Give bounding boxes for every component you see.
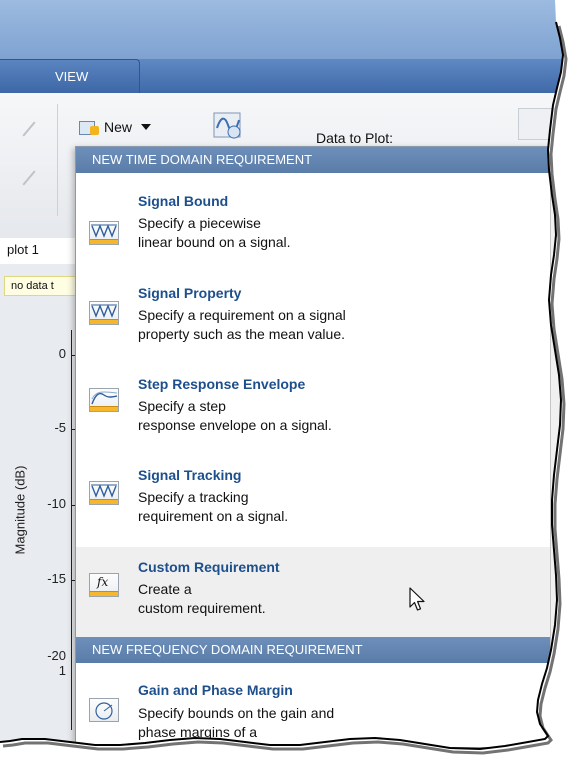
menu-item-signal-bound[interactable]: Signal Bound Specify a piecewise linear … bbox=[76, 183, 550, 273]
menu-item-title: Signal Tracking bbox=[138, 467, 242, 483]
menu-item-title: Step Response Envelope bbox=[138, 376, 306, 392]
menu-item-step-response-envelope[interactable]: Step Response Envelope Specify a step re… bbox=[76, 366, 550, 456]
menu-item-gain-and-phase-margin[interactable]: Gain and Phase Margin Specify bounds on … bbox=[76, 674, 550, 749]
menu-item-description: Specify bounds on the gain and bbox=[138, 705, 335, 721]
y-tick-label: -20 bbox=[47, 648, 66, 663]
tab-view-label: VIEW bbox=[55, 69, 89, 84]
y-tick-label: 0 bbox=[58, 346, 66, 361]
y-axis-label: Magnitude (dB) bbox=[12, 465, 28, 555]
menu-item-description: requirement on a signal. bbox=[138, 508, 289, 524]
mouse-pointer-icon bbox=[409, 587, 425, 611]
menu-scrollbar[interactable] bbox=[550, 146, 563, 746]
frequency-domain-section-header: NEW FREQUENCY DOMAIN REQUIREMENT bbox=[76, 637, 550, 663]
plot-tab[interactable]: plot 1 bbox=[0, 238, 80, 265]
menu-item-title: Signal Bound bbox=[138, 193, 229, 209]
menu-item-description: phase margins of a bbox=[138, 724, 258, 740]
tab-view[interactable]: VIEW bbox=[0, 59, 140, 93]
ribbon-separator bbox=[57, 104, 58, 216]
y-tick-label: -5 bbox=[54, 420, 66, 435]
menu-item-description: Specify a requirement on a signal bbox=[138, 307, 346, 323]
new-button-label: New bbox=[104, 119, 133, 135]
menu-item-description: Specify a tracking bbox=[138, 489, 249, 505]
y-tick-label: 1 bbox=[58, 663, 66, 678]
caret-down-icon bbox=[141, 124, 152, 130]
signal-bound-icon bbox=[89, 221, 119, 245]
menu-item-title: Gain and Phase Margin bbox=[138, 682, 293, 698]
menu-item-signal-property[interactable]: Signal Property Specify a requirement on… bbox=[76, 275, 550, 365]
data-to-plot-label: Data to Plot: bbox=[316, 130, 394, 146]
plot-note: no data t bbox=[4, 276, 80, 296]
signal-tracking-icon bbox=[89, 481, 119, 505]
add-plot-icon[interactable] bbox=[518, 108, 552, 140]
signal-property-icon bbox=[89, 301, 119, 325]
menu-item-signal-tracking[interactable]: Signal Tracking Specify a tracking requi… bbox=[76, 457, 550, 547]
menu-item-description: linear bound on a signal. bbox=[138, 234, 291, 250]
menu-item-description: Create a bbox=[138, 581, 192, 597]
fx-icon: fx bbox=[89, 573, 119, 597]
menu-item-title: Custom Requirement bbox=[138, 559, 280, 575]
gain-phase-icon bbox=[89, 698, 119, 722]
menu-item-description: Specify a piecewise bbox=[138, 215, 261, 231]
screenshot-frame: VIEW New Data to Plot: plot 1 no data t … bbox=[0, 0, 577, 769]
y-tick-label: -10 bbox=[47, 496, 66, 511]
y-axis bbox=[71, 330, 72, 730]
menu-item-description: Specify a step bbox=[138, 398, 226, 414]
app-window: VIEW New Data to Plot: plot 1 no data t … bbox=[0, 0, 563, 749]
menu-item-description: response envelope on a signal. bbox=[138, 417, 332, 433]
menu-item-description: custom requirement. bbox=[138, 600, 266, 616]
plot-tab-label: plot 1 bbox=[7, 242, 39, 257]
plot-icon[interactable] bbox=[212, 110, 244, 140]
menu-item-description: property such as the mean value. bbox=[138, 326, 346, 342]
new-requirement-button[interactable]: New bbox=[78, 116, 152, 138]
time-domain-section-header: NEW TIME DOMAIN REQUIREMENT bbox=[76, 147, 550, 173]
menu-item-custom-requirement[interactable]: fx Custom Requirement Create a custom re… bbox=[76, 547, 550, 637]
step-response-icon bbox=[89, 388, 119, 412]
menu-item-title: Signal Property bbox=[138, 285, 242, 301]
y-tick-label: -15 bbox=[47, 571, 66, 586]
new-requirement-icon bbox=[78, 118, 100, 136]
title-bar bbox=[0, 0, 563, 59]
